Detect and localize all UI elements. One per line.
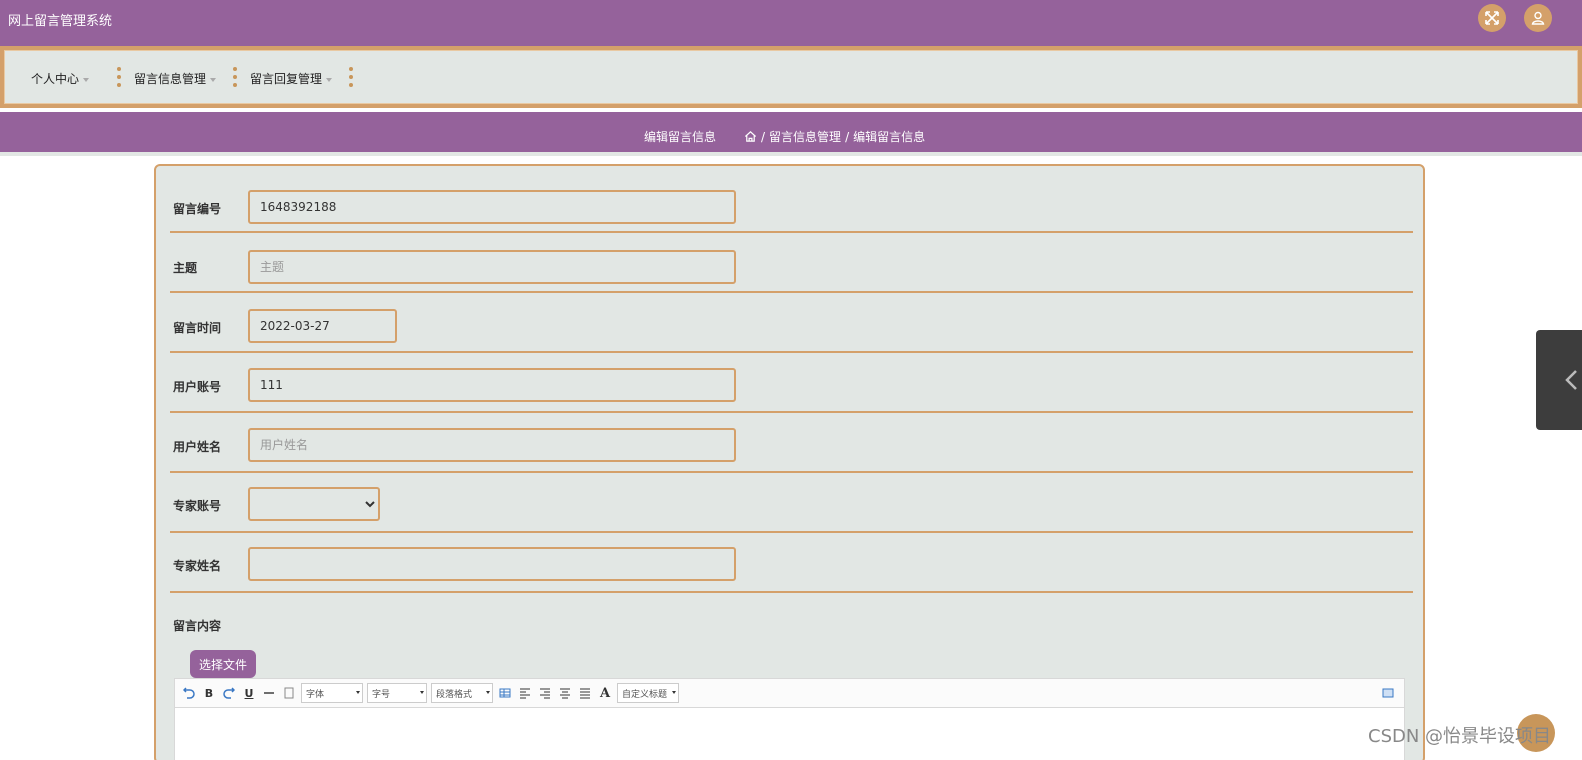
font-color-icon[interactable]: A [597, 685, 613, 701]
subject-label: 主题 [173, 261, 198, 275]
chevron-down-icon [326, 77, 333, 82]
expert-account-label: 专家账号 [173, 499, 222, 513]
horizontal-rule-icon[interactable] [261, 685, 277, 701]
message-time-input[interactable] [248, 309, 397, 343]
breadcrumb-item-current: 编辑留言信息 [853, 130, 926, 144]
page-icon[interactable] [281, 685, 297, 701]
message-id-input[interactable] [248, 190, 736, 224]
fullscreen-icon [1485, 11, 1499, 25]
paragraph-format-select[interactable]: 段落格式 [431, 683, 493, 703]
user-account-label: 用户账号 [173, 380, 222, 394]
font-size-value: 字号 [372, 689, 391, 700]
form-row-message-time: 留言时间 [170, 293, 1413, 353]
side-panel-toggle[interactable] [1536, 330, 1582, 430]
subject-input[interactable] [248, 250, 736, 284]
align-right-icon[interactable] [537, 685, 553, 701]
expert-name-label: 专家姓名 [173, 559, 222, 573]
nav-item-message-management[interactable]: 留言信息管理 [134, 70, 217, 87]
nav-item-personal-center[interactable]: 个人中心 [31, 70, 90, 87]
breadcrumb-separator: / [761, 129, 766, 144]
nav-item-reply-management[interactable]: 留言回复管理 [250, 70, 333, 87]
custom-title-value: 自定义标题 [622, 689, 668, 700]
home-icon[interactable] [744, 130, 757, 143]
nav-separator [233, 67, 237, 93]
breadcrumb-item-message-management[interactable]: 留言信息管理 [769, 128, 841, 145]
underline-icon[interactable]: U [241, 685, 257, 701]
form-row-subject: 主题 [170, 233, 1413, 293]
page-header-band: 编辑留言信息 / 留言信息管理 / 编辑留言信息 [0, 112, 1582, 156]
rich-text-editor[interactable] [174, 708, 1405, 760]
user-account-input[interactable] [248, 368, 736, 402]
paragraph-format-value: 段落格式 [436, 689, 473, 700]
font-size-select[interactable]: 字号 [367, 683, 427, 703]
form-row-expert-name: 专家姓名 [170, 533, 1413, 593]
nav-item-label: 留言信息管理 [134, 72, 207, 86]
user-icon [1531, 11, 1545, 25]
rich-text-toolbar: B U 字体 字号 段落格式 A 自定义标题 [174, 678, 1405, 708]
form-row-user-account: 用户账号 [170, 353, 1413, 413]
fullscreen-button[interactable] [1478, 4, 1506, 32]
user-name-label: 用户姓名 [173, 440, 222, 454]
align-left-icon[interactable] [517, 685, 533, 701]
top-header: 网上留言管理系统 [0, 0, 1582, 46]
source-code-icon[interactable] [1380, 685, 1396, 701]
breadcrumb-separator: / [845, 129, 850, 144]
edit-form: 留言编号 主题 留言时间 用户账号 用户姓名 专家账号 专家姓名 留言内容 选择… [154, 164, 1425, 760]
font-family-select[interactable]: 字体 [301, 683, 363, 703]
form-row-user-name: 用户姓名 [170, 413, 1413, 473]
app-title: 网上留言管理系统 [8, 14, 113, 29]
main-nav: 个人中心 留言信息管理 留言回复管理 [0, 46, 1582, 108]
message-id-label: 留言编号 [173, 202, 222, 216]
form-row-expert-account: 专家账号 [170, 473, 1413, 533]
nav-separator [349, 67, 353, 93]
nav-item-label: 个人中心 [31, 72, 80, 86]
page-title: 编辑留言信息 [644, 130, 717, 144]
nav-separator [117, 67, 121, 93]
font-family-value: 字体 [306, 689, 325, 700]
chevron-left-icon [1565, 370, 1577, 390]
choose-file-button[interactable]: 选择文件 [190, 650, 256, 678]
nav-item-label: 留言回复管理 [250, 72, 323, 86]
watermark: CSDN @怡景毕设项目 [1368, 726, 1552, 747]
bold-icon[interactable]: B [201, 685, 217, 701]
user-name-input[interactable] [248, 428, 736, 462]
expert-account-select[interactable] [248, 487, 380, 521]
custom-title-select[interactable]: 自定义标题 [617, 683, 679, 703]
chevron-down-icon [83, 77, 90, 82]
message-time-label: 留言时间 [173, 321, 222, 335]
breadcrumb: / 留言信息管理 / 编辑留言信息 [744, 128, 925, 145]
user-button[interactable] [1524, 4, 1552, 32]
chevron-down-icon [210, 77, 217, 82]
table-icon[interactable] [497, 685, 513, 701]
redo-icon[interactable] [221, 685, 237, 701]
align-justify-icon[interactable] [577, 685, 593, 701]
undo-icon[interactable] [181, 685, 197, 701]
message-content-label: 留言内容 [173, 619, 222, 633]
expert-name-input[interactable] [248, 547, 736, 581]
align-center-icon[interactable] [557, 685, 573, 701]
form-row-message-id: 留言编号 [170, 173, 1413, 233]
